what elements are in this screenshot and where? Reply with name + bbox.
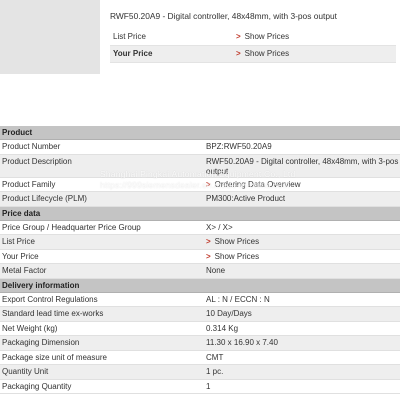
chevron-right-icon: > bbox=[236, 49, 241, 58]
table-row: List Price > Show Prices bbox=[0, 235, 400, 250]
your-price-link[interactable]: > Show Prices bbox=[236, 46, 289, 62]
list-price-label: List Price bbox=[113, 32, 146, 41]
spec-table: Product Product Number BPZ:RWF50.20A9 Pr… bbox=[0, 126, 400, 394]
section-header-product: Product bbox=[0, 126, 400, 140]
table-row: Net Weight (kg) 0.314 Kg bbox=[0, 321, 400, 336]
table-row: Export Control Regulations AL : N / ECCN… bbox=[0, 292, 400, 307]
product-description: RWF50.20A9 - Digital controller, 48x48mm… bbox=[110, 11, 338, 21]
watermark-company: Shanghai Pingkai Automation Equipment Co… bbox=[100, 169, 296, 179]
list-price-row: List Price > Show Prices bbox=[110, 29, 396, 46]
table-row: Packaging Quantity 1 bbox=[0, 379, 400, 394]
section-header-price-data: Price data bbox=[0, 206, 400, 221]
product-header: RWF50.20A9 - Digital controller, 48x48mm… bbox=[0, 0, 400, 118]
price-summary-table: List Price > Show Prices Your Price > Show… bbox=[110, 29, 396, 63]
table-row: Your Price > Show Prices bbox=[0, 249, 400, 264]
table-row: Product Number BPZ:RWF50.20A9 bbox=[0, 140, 400, 155]
list-price-link[interactable]: > Show Prices bbox=[236, 29, 289, 45]
product-image bbox=[0, 0, 100, 74]
table-row: Price Group / Headquarter Price Group X>… bbox=[0, 220, 400, 235]
chevron-right-icon: > bbox=[236, 32, 241, 41]
table-row: Package size unit of measure CMT bbox=[0, 350, 400, 365]
section-header-delivery: Delivery information bbox=[0, 278, 400, 293]
watermark-url: https://999siemensdealer.en.made-in-chin… bbox=[100, 180, 290, 190]
table-row: Product Lifecycle (PLM) PM300:Active Pro… bbox=[0, 192, 400, 207]
list-price-link-2[interactable]: > Show Prices bbox=[206, 235, 259, 249]
table-row: Quantity Unit 1 pc. bbox=[0, 365, 400, 380]
table-row: Metal Factor None bbox=[0, 264, 400, 279]
your-price-label: Your Price bbox=[113, 49, 153, 58]
your-price-link-2[interactable]: > Show Prices bbox=[206, 250, 259, 264]
chevron-right-icon: > bbox=[206, 237, 211, 246]
table-row: Packaging Dimension 11.30 x 16.90 x 7.40 bbox=[0, 336, 400, 351]
chevron-right-icon: > bbox=[206, 251, 211, 261]
your-price-row: Your Price > Show Prices bbox=[110, 46, 396, 63]
table-row: Standard lead time ex-works 10 Day/Days bbox=[0, 307, 400, 322]
